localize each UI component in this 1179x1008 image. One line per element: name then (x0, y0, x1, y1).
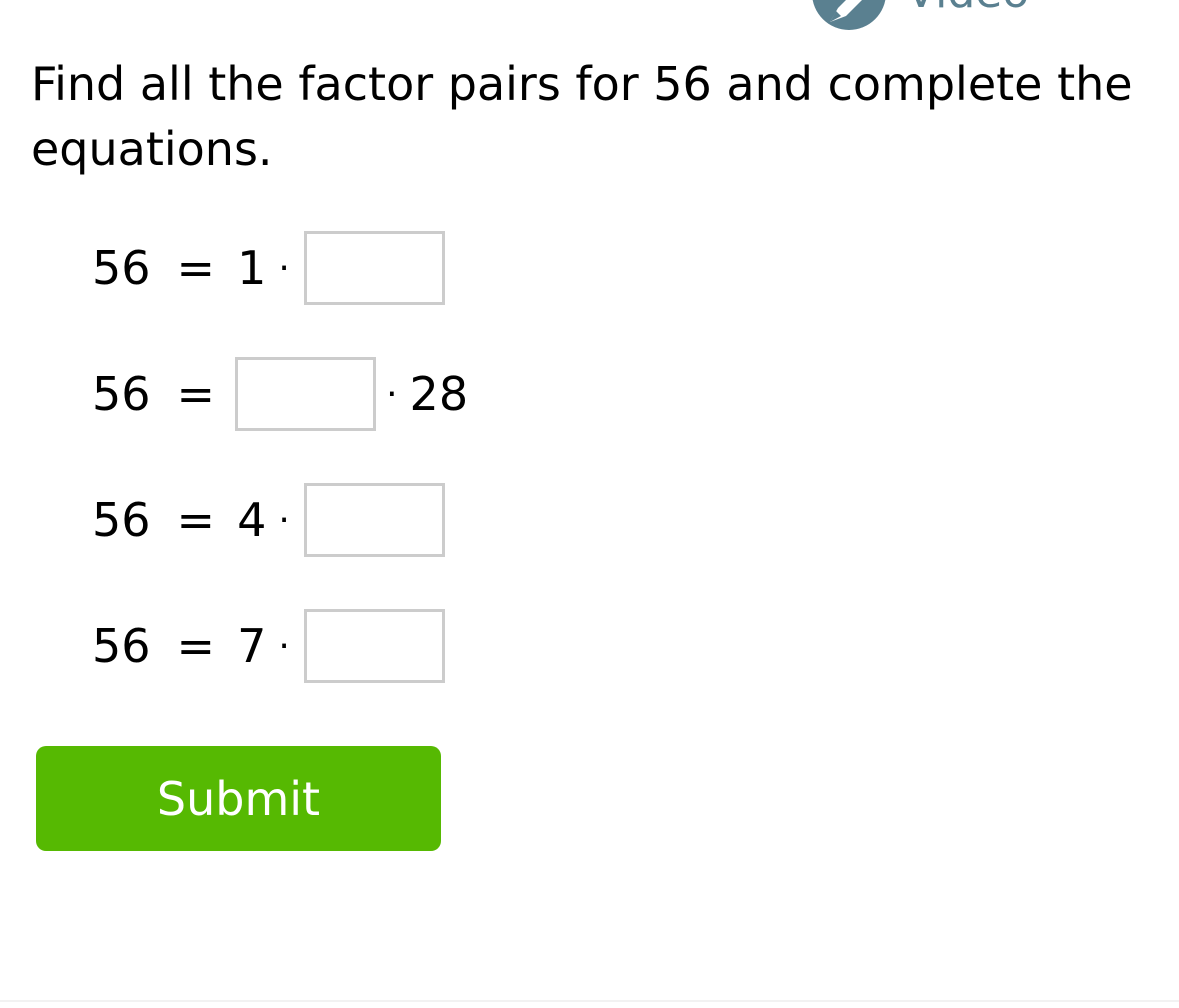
question-text: Find all the factor pairs for 56 and com… (31, 57, 1133, 176)
equals-sign: = (176, 619, 216, 673)
video-button[interactable]: Video (812, 0, 1029, 30)
equation-lhs: 56 (92, 241, 151, 295)
equation-lhs: 56 (92, 619, 151, 673)
factor-input-3[interactable] (303, 483, 445, 557)
given-factor: 28 (409, 367, 469, 421)
multiply-dot: · (278, 625, 290, 667)
equation-row-1: 56 = 1 · (92, 231, 445, 305)
submit-button[interactable]: Submit (36, 746, 441, 851)
given-factor: 1 (237, 241, 267, 295)
video-label: Video (906, 0, 1029, 30)
equals-sign: = (176, 367, 216, 421)
pencil-icon (812, 0, 886, 30)
equation-row-4: 56 = 7 · (92, 609, 445, 683)
factor-input-1[interactable] (303, 231, 445, 305)
given-factor: 4 (237, 493, 267, 547)
equals-sign: = (176, 241, 216, 295)
multiply-dot: · (386, 373, 398, 415)
equation-row-2: 56 = · 28 (92, 357, 468, 431)
factor-input-2[interactable] (235, 357, 377, 431)
bottom-divider (0, 1000, 1179, 1002)
factor-input-4[interactable] (303, 609, 445, 683)
equation-row-3: 56 = 4 · (92, 483, 445, 557)
equation-lhs: 56 (92, 493, 151, 547)
multiply-dot: · (278, 247, 290, 289)
given-factor: 7 (237, 619, 267, 673)
multiply-dot: · (278, 499, 290, 541)
equation-lhs: 56 (92, 367, 151, 421)
equals-sign: = (176, 493, 216, 547)
